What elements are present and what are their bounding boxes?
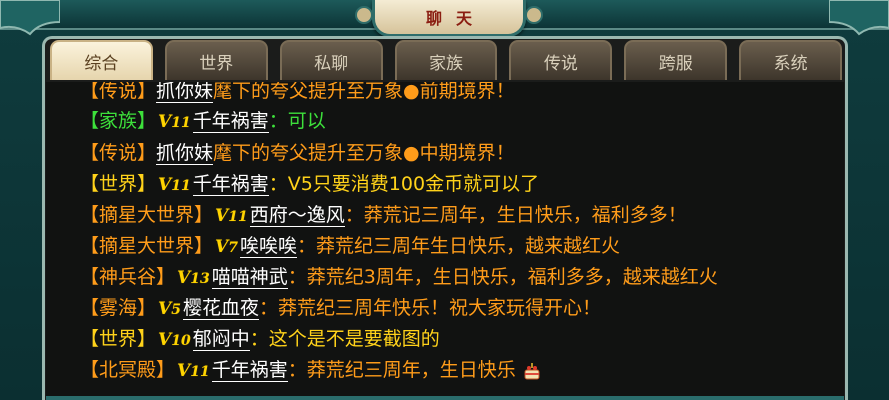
- message-text: ：莽荒纪三周年生日快乐，越来越红火: [296, 235, 620, 257]
- message-text: ：莽荒记三周年，生日快乐，福利多多！: [344, 204, 687, 226]
- message-text: ：莽荒纪3周年，生日快乐，福利多多，越来越红火: [287, 266, 718, 288]
- vip-badge: V5: [158, 299, 181, 319]
- player-name-link[interactable]: 千年祸害: [192, 173, 269, 196]
- vip-badge: V10: [158, 330, 191, 350]
- message-text: ：V5只要消费100金币就可以了: [268, 173, 540, 195]
- player-name-link[interactable]: 抓你妹: [156, 82, 214, 103]
- message-text: 麾下的夸父提升至万象●前期境界！: [213, 82, 515, 102]
- tab-family[interactable]: 家族: [394, 40, 498, 80]
- tab-cross-server[interactable]: 跨服: [624, 40, 728, 80]
- chat-message: 【北冥殿】 V11 千年祸害：莽荒纪三周年，生日快乐: [80, 355, 542, 385]
- channel-tag: 【世界】: [80, 328, 157, 350]
- cake-icon: [524, 362, 540, 379]
- tab-system[interactable]: 系统: [739, 40, 843, 80]
- tab-world[interactable]: 世界: [164, 40, 268, 80]
- channel-tag: 【家族】: [80, 110, 157, 132]
- chat-message: 【摘星大世界】 V11 西府～逸风：莽荒记三周年，生日快乐，福利多多！: [80, 200, 687, 230]
- chat-message: 【雾海】 V5 樱花血夜：莽荒纪三周年快乐！祝大家玩得开心！: [80, 293, 601, 323]
- chat-message: 【家族】 V11 千年祸害：可以: [80, 106, 326, 136]
- corner-ornament-right: [829, 0, 889, 36]
- channel-tag: 【传说】: [80, 82, 157, 102]
- message-text: 麾下的夸父提升至万象●中期境界！: [213, 142, 515, 164]
- channel-tabs: 综合 世界 私聊 家族 传说 跨服 系统: [50, 40, 843, 80]
- vip-badge: V11: [158, 112, 191, 132]
- player-name-link[interactable]: 抓你妹: [156, 142, 214, 165]
- vip-badge: V13: [177, 268, 210, 288]
- bottom-edge: [46, 396, 844, 400]
- chat-message: 【神兵谷】 V13 喵喵神武：莽荒纪3周年，生日快乐，福利多多，越来越红火: [80, 262, 718, 292]
- window-title: 聊天: [425, 9, 486, 28]
- channel-tag: 【摘星大世界】: [80, 204, 214, 226]
- vip-badge: V11: [215, 206, 248, 226]
- title-plaque: 聊天: [355, 0, 543, 37]
- chat-message: 【世界】 V11 千年祸害：V5只要消费100金币就可以了: [80, 169, 539, 199]
- chat-window: 聊天 综合 世界 私聊 家族 传说 跨服 系统 【传说】抓你妹麾下的夸父提升至万…: [0, 0, 889, 400]
- player-name-link[interactable]: 樱花血夜: [182, 297, 259, 320]
- player-name-link[interactable]: 千年祸害: [211, 359, 288, 382]
- chat-message: 【传说】抓你妹麾下的夸父提升至万象●前期境界！: [80, 82, 515, 106]
- message-text: ：这个是不是要截图的: [249, 328, 440, 350]
- message-text: ：莽荒纪三周年快乐！祝大家玩得开心！: [258, 297, 601, 319]
- channel-tag: 【传说】: [80, 142, 157, 164]
- vip-badge: V11: [177, 361, 210, 381]
- channel-tag: 【世界】: [80, 173, 157, 195]
- chat-message: 【摘星大世界】 V7 唉唉唉：莽荒纪三周年生日快乐，越来越红火: [80, 231, 620, 261]
- player-name-link[interactable]: 千年祸害: [192, 110, 269, 133]
- chat-message: 【传说】抓你妹麾下的夸父提升至万象●中期境界！: [80, 138, 515, 168]
- vip-badge: V11: [158, 175, 191, 195]
- chat-log[interactable]: 【传说】抓你妹麾下的夸父提升至万象●前期境界！ 【家族】 V11 千年祸害：可以 【传说…: [46, 82, 844, 400]
- player-name-link[interactable]: 西府～逸风: [249, 204, 345, 227]
- player-name-link[interactable]: 喵喵神武: [211, 266, 288, 289]
- corner-ornament-left: [0, 0, 60, 36]
- message-text: ：可以: [268, 110, 326, 132]
- channel-tag: 【北冥殿】: [80, 359, 176, 381]
- chat-message: 【世界】 V10 郁闷中：这个是不是要截图的: [80, 324, 440, 354]
- channel-tag: 【神兵谷】: [80, 266, 176, 288]
- player-name-link[interactable]: 郁闷中: [192, 328, 250, 351]
- channel-tag: 【摘星大世界】: [80, 235, 214, 257]
- player-name-link[interactable]: 唉唉唉: [239, 235, 297, 258]
- tab-general[interactable]: 综合: [50, 40, 153, 80]
- tab-private[interactable]: 私聊: [279, 40, 383, 80]
- message-text: ：莽荒纪三周年，生日快乐: [287, 359, 516, 381]
- vip-badge: V7: [215, 237, 238, 257]
- channel-tag: 【雾海】: [80, 297, 157, 319]
- tab-legend[interactable]: 传说: [509, 40, 613, 80]
